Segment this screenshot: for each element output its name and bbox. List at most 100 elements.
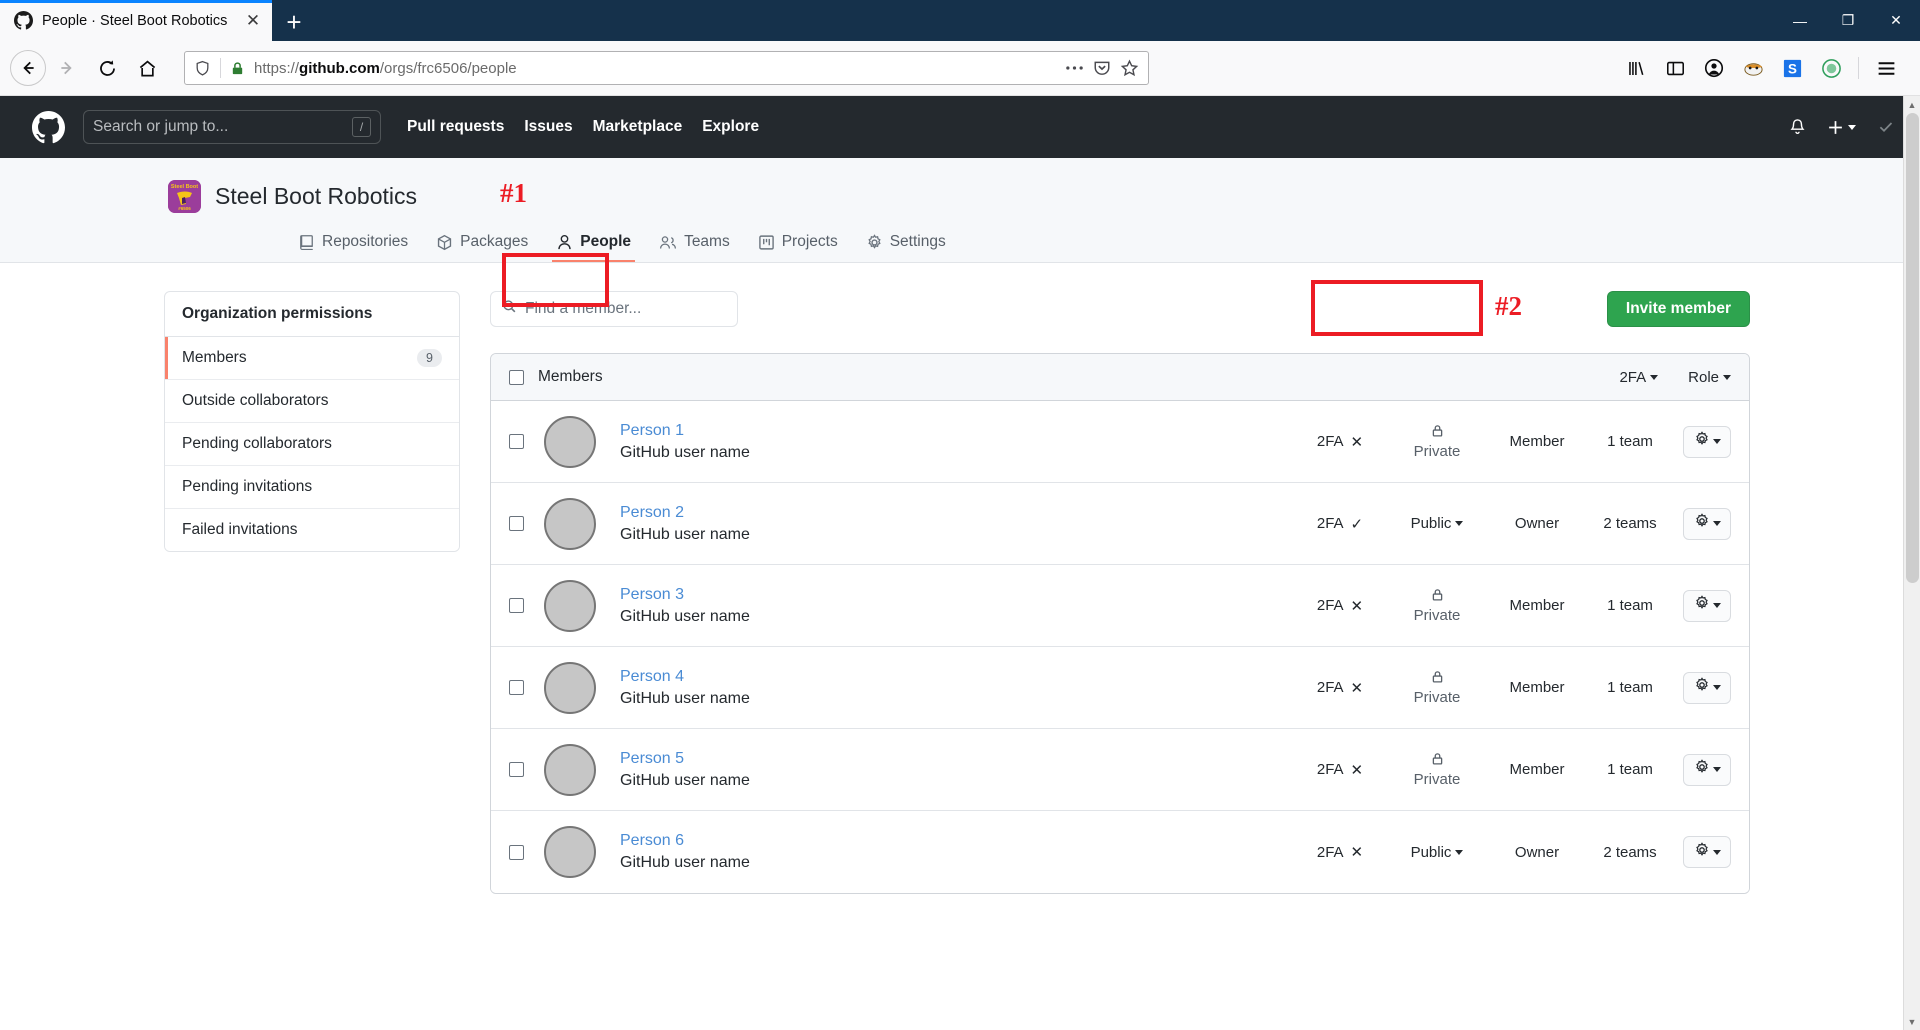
scrollbar-thumb[interactable] <box>1906 113 1919 583</box>
visibility-private[interactable]: Private <box>1383 587 1491 624</box>
row-checkbox[interactable] <box>509 516 524 531</box>
nav-marketplace[interactable]: Marketplace <box>593 118 683 136</box>
page-actions-icon[interactable] <box>1065 64 1084 72</box>
sidebar-item-label: Members <box>182 349 247 366</box>
create-new-menu[interactable] <box>1827 119 1856 136</box>
member-teams: 1 team <box>1607 433 1653 450</box>
row-checkbox[interactable] <box>509 680 524 695</box>
member-name-link[interactable]: Person 1 <box>620 420 750 442</box>
scroll-down-icon[interactable]: ▼ <box>1904 1013 1920 1030</box>
extension-badger-icon[interactable] <box>1735 50 1771 86</box>
visibility-private[interactable]: Private <box>1383 751 1491 788</box>
visibility-private[interactable]: Private <box>1383 423 1491 460</box>
window-close-icon[interactable]: ✕ <box>1872 0 1920 41</box>
sidebar-icon[interactable] <box>1657 50 1693 86</box>
minimize-icon[interactable]: — <box>1776 0 1824 41</box>
nav-explore[interactable]: Explore <box>702 118 759 136</box>
new-tab-button[interactable]: + <box>274 3 314 41</box>
nav-issues[interactable]: Issues <box>524 118 572 136</box>
tab-label: Packages <box>460 233 529 250</box>
visibility-label: Private <box>1413 771 1461 788</box>
avatar[interactable] <box>1876 117 1896 137</box>
maximize-icon[interactable]: ❐ <box>1824 0 1872 41</box>
sidebar-item-outside-collaborators[interactable]: Outside collaborators <box>165 380 459 423</box>
forward-icon[interactable] <box>48 49 86 87</box>
nav-pull-requests[interactable]: Pull requests <box>407 118 504 136</box>
account-icon[interactable] <box>1696 50 1732 86</box>
table-row[interactable]: Person 1 GitHub user name 2FA ✕ Private … <box>491 401 1749 483</box>
visibility-public[interactable]: Public <box>1383 844 1491 861</box>
scroll-up-icon[interactable]: ▲ <box>1904 96 1920 113</box>
avatar <box>544 661 596 714</box>
search-input[interactable]: Search or jump to... / <box>83 110 381 144</box>
table-row[interactable]: Person 5 GitHub user name 2FA ✕ Private … <box>491 729 1749 811</box>
sidebar-item-members[interactable]: Members 9 <box>165 337 459 380</box>
row-settings-button[interactable] <box>1683 836 1731 868</box>
sidebar-item-pending-collaborators[interactable]: Pending collaborators <box>165 423 459 466</box>
row-settings-button[interactable] <box>1683 753 1731 786</box>
row-checkbox[interactable] <box>509 844 524 860</box>
home-icon[interactable] <box>128 49 166 87</box>
extension-s-icon[interactable]: S <box>1774 50 1810 86</box>
pocket-icon[interactable] <box>1093 59 1111 77</box>
hamburger-menu-icon[interactable] <box>1868 50 1904 86</box>
shield-icon[interactable] <box>194 60 211 77</box>
row-settings-button[interactable] <box>1683 671 1731 704</box>
invite-member-button[interactable]: Invite member <box>1606 291 1750 327</box>
member-name-link[interactable]: Person 6 <box>620 830 750 852</box>
tab-repositories[interactable]: Repositories <box>284 233 422 262</box>
close-icon[interactable]: ✕ <box>242 10 264 32</box>
avatar <box>544 579 596 632</box>
github-header-right <box>1788 117 1896 137</box>
browser-tab[interactable]: People · Steel Boot Robotics ✕ <box>0 0 272 41</box>
member-login: GitHub user name <box>620 525 750 543</box>
notifications-bell-icon[interactable] <box>1788 118 1807 137</box>
row-settings-button[interactable] <box>1683 425 1731 458</box>
sidebar-item-failed-invitations[interactable]: Failed invitations <box>165 509 459 551</box>
gear-icon <box>1694 595 1710 616</box>
member-name-link[interactable]: Person 2 <box>620 502 750 524</box>
tab-packages[interactable]: Packages <box>422 233 542 262</box>
member-name-link[interactable]: Person 4 <box>620 666 750 688</box>
find-member-input[interactable]: Find a member... <box>490 291 738 327</box>
url-text[interactable]: https://github.com/orgs/frc6506/people <box>254 60 1056 77</box>
table-row[interactable]: Person 6 GitHub user name 2FA ✕ Public O… <box>491 811 1749 893</box>
table-row[interactable]: Person 3 GitHub user name 2FA ✕ Private … <box>491 565 1749 647</box>
url-bar[interactable]: https://github.com/orgs/frc6506/people <box>184 51 1149 85</box>
tab-projects[interactable]: Projects <box>744 233 852 262</box>
extension-green-icon[interactable] <box>1813 50 1849 86</box>
twofa-label: 2FA <box>1316 679 1344 696</box>
tab-teams[interactable]: Teams <box>645 233 744 262</box>
lock-icon[interactable] <box>230 61 245 76</box>
tab-settings[interactable]: Settings <box>852 233 960 262</box>
reload-icon[interactable] <box>88 49 126 87</box>
twofa-status: 2FA ✕ <box>1297 761 1383 779</box>
tab-people[interactable]: People <box>542 233 645 262</box>
chevron-down-icon <box>1455 849 1464 855</box>
row-checkbox[interactable] <box>509 762 524 777</box>
select-all-checkbox[interactable] <box>509 369 524 385</box>
library-icon[interactable] <box>1618 50 1654 86</box>
twofa-filter[interactable]: 2FA <box>1619 369 1659 386</box>
row-checkbox[interactable] <box>509 434 524 449</box>
visibility-private[interactable]: Private <box>1383 669 1491 706</box>
search-placeholder: Search or jump to... <box>93 118 229 135</box>
chevron-down-icon <box>1712 767 1721 772</box>
member-name-link[interactable]: Person 3 <box>620 584 750 606</box>
member-name-link[interactable]: Person 5 <box>620 748 750 770</box>
row-settings-button[interactable] <box>1683 507 1731 540</box>
table-row[interactable]: Person 2 GitHub user name 2FA ✓ Public O… <box>491 483 1749 565</box>
table-row[interactable]: Person 4 GitHub user name 2FA ✕ Private … <box>491 647 1749 729</box>
member-role: Member <box>1509 597 1565 614</box>
role-filter[interactable]: Role <box>1688 369 1731 386</box>
visibility-public[interactable]: Public <box>1383 515 1491 532</box>
row-checkbox[interactable] <box>509 598 524 613</box>
back-icon[interactable] <box>10 50 46 86</box>
row-settings-button[interactable] <box>1683 589 1731 622</box>
github-mark-icon[interactable] <box>32 110 65 144</box>
sidebar-item-pending-invitations[interactable]: Pending invitations <box>165 466 459 509</box>
sidebar-item-label: Failed invitations <box>182 521 298 538</box>
bookmark-star-icon[interactable] <box>1120 58 1139 78</box>
page-scrollbar[interactable]: ▲ ▼ <box>1903 96 1920 1030</box>
twofa-label: 2FA <box>1316 597 1344 614</box>
